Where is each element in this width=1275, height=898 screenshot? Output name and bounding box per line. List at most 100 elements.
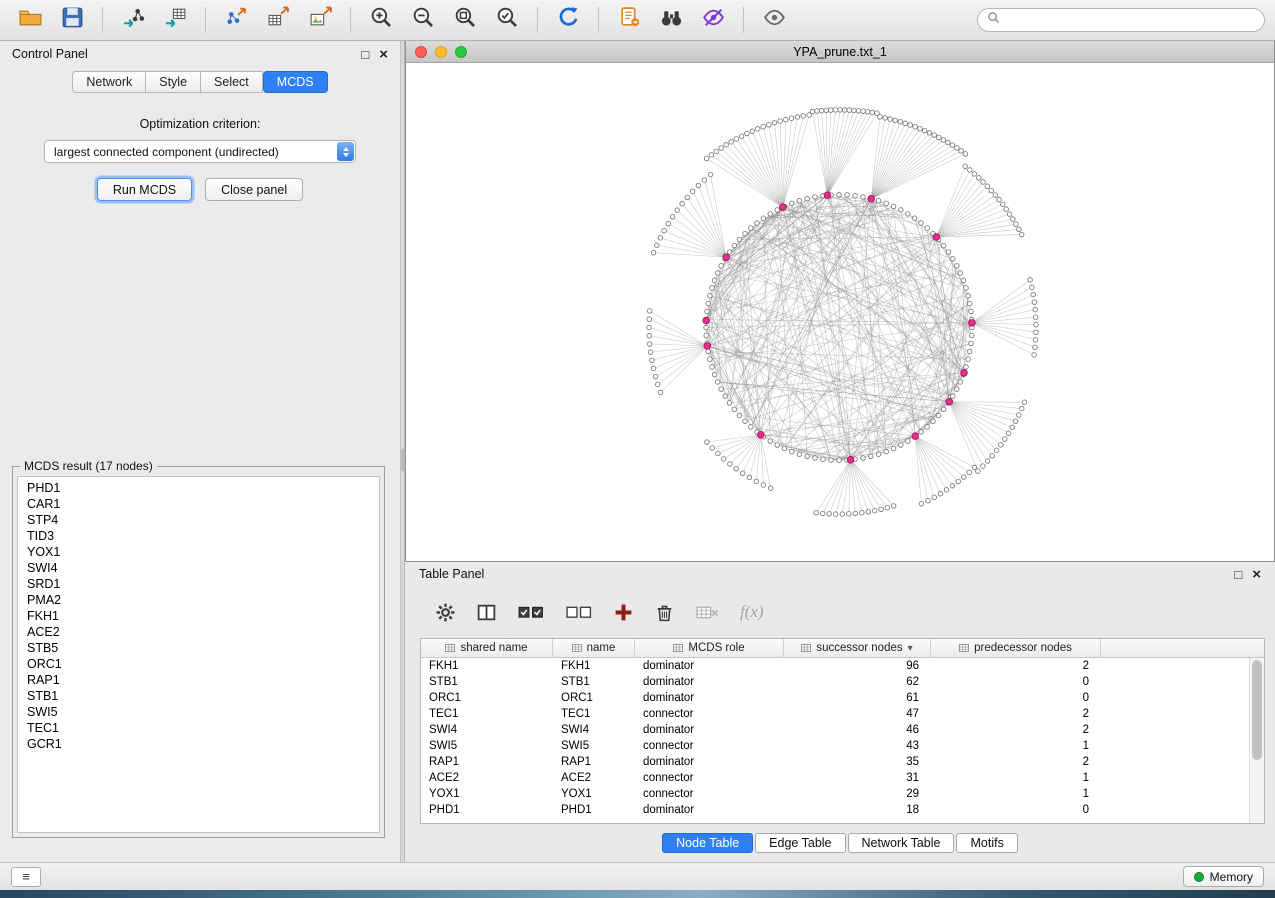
function-builder-button[interactable]: f(x)	[740, 602, 764, 622]
table-panel-header: Table Panel □ ×	[405, 562, 1275, 586]
cell-predecessors: 0	[931, 690, 1101, 706]
close-panel-icon[interactable]: ×	[1252, 568, 1261, 581]
table-row[interactable]: SWI5SWI5connector431	[421, 738, 1249, 754]
mcds-result-item[interactable]: TEC1	[18, 720, 379, 736]
column-header-MCDS-role[interactable]: MCDS role	[635, 639, 784, 657]
clone-network-button[interactable]	[609, 4, 649, 36]
table-row[interactable]: FKH1FKH1dominator962	[421, 658, 1249, 674]
delete-columns-button[interactable]	[654, 602, 675, 623]
mcds-result-item[interactable]: STP4	[18, 512, 379, 528]
minimize-window-icon[interactable]	[435, 46, 447, 58]
hide-selected-button[interactable]	[693, 4, 733, 36]
deselect-all-button[interactable]	[565, 602, 593, 623]
column-header-name[interactable]: name	[553, 639, 635, 657]
mcds-result-item[interactable]: PMA2	[18, 592, 379, 608]
toolbar-separator	[102, 7, 103, 33]
table-scrollbar[interactable]	[1249, 658, 1264, 823]
open-session-button[interactable]	[10, 4, 50, 36]
tab-edge-table[interactable]: Edge Table	[755, 833, 845, 853]
zoom-fit-button[interactable]	[445, 4, 485, 36]
mcds-result-item[interactable]: SRD1	[18, 576, 379, 592]
tab-network[interactable]: Network	[72, 71, 146, 93]
zoom-in-button[interactable]	[361, 4, 401, 36]
tab-motifs[interactable]: Motifs	[956, 833, 1017, 853]
cell-predecessors: 2	[931, 706, 1101, 722]
panel-splitter[interactable]	[400, 41, 405, 862]
delete-table-button[interactable]	[695, 602, 720, 623]
show-all-button[interactable]	[754, 4, 794, 36]
cell-role: connector	[635, 786, 784, 802]
tab-network-table[interactable]: Network Table	[848, 833, 955, 853]
cell-predecessors: 1	[931, 786, 1101, 802]
export-table-button[interactable]	[258, 4, 298, 36]
cell-shared: RAP1	[421, 754, 553, 770]
mcds-result-item[interactable]: SWI4	[18, 560, 379, 576]
export-image-button[interactable]	[300, 4, 340, 36]
toolbar-search[interactable]	[977, 8, 1265, 32]
import-table-button[interactable]	[155, 4, 195, 36]
mcds-result-item[interactable]: STB5	[18, 640, 379, 656]
mcds-result-item[interactable]: PHD1	[18, 480, 379, 496]
table-row[interactable]: PHD1PHD1dominator180	[421, 802, 1249, 818]
table-row[interactable]: RAP1RAP1dominator352	[421, 754, 1249, 770]
memory-button[interactable]: Memory	[1183, 866, 1264, 887]
table-row[interactable]: ACE2ACE2connector311	[421, 770, 1249, 786]
cell-predecessors: 0	[931, 674, 1101, 690]
create-column-button[interactable]	[613, 602, 634, 623]
tab-node-table[interactable]: Node Table	[662, 833, 753, 853]
mcds-result-item[interactable]: GCR1	[18, 736, 379, 752]
float-panel-icon[interactable]: □	[1234, 568, 1242, 581]
mcds-result-item[interactable]: SWI5	[18, 704, 379, 720]
save-session-button[interactable]	[52, 4, 92, 36]
table-row[interactable]: SWI4SWI4dominator462	[421, 722, 1249, 738]
table-row[interactable]: STB1STB1dominator620	[421, 674, 1249, 690]
status-menu-button[interactable]: ≡	[11, 867, 41, 887]
cell-predecessors: 2	[931, 754, 1101, 770]
run-mcds-button[interactable]: Run MCDS	[97, 178, 192, 201]
mcds-result-item[interactable]: RAP1	[18, 672, 379, 688]
close-panel-icon[interactable]: ×	[379, 48, 388, 61]
table-row[interactable]: YOX1YOX1connector291	[421, 786, 1249, 802]
close-panel-button[interactable]: Close panel	[205, 178, 303, 201]
network-view[interactable]	[406, 63, 1274, 561]
mcds-result-list[interactable]: PHD1CAR1STP4TID3YOX1SWI4SRD1PMA2FKH1ACE2…	[17, 476, 380, 833]
criterion-dropdown[interactable]: largest connected component (undirected)	[44, 140, 356, 163]
column-header-filler	[1101, 639, 1264, 657]
tab-style[interactable]: Style	[146, 71, 201, 93]
mcds-result-item[interactable]: FKH1	[18, 608, 379, 624]
cell-name: ACE2	[553, 770, 635, 786]
mcds-result-item[interactable]: ACE2	[18, 624, 379, 640]
close-window-icon[interactable]	[415, 46, 427, 58]
import-network-button[interactable]	[113, 4, 153, 36]
zoom-selected-button[interactable]	[487, 4, 527, 36]
network-graph[interactable]	[406, 63, 1274, 561]
mcds-result-item[interactable]: STB1	[18, 688, 379, 704]
scrollbar-thumb[interactable]	[1252, 660, 1262, 760]
export-network-button[interactable]	[216, 4, 256, 36]
cell-name: FKH1	[553, 658, 635, 674]
toolbar-separator	[537, 7, 538, 33]
mcds-result-item[interactable]: TID3	[18, 528, 379, 544]
column-header-shared-name[interactable]: shared name	[421, 639, 553, 657]
maximize-window-icon[interactable]	[455, 46, 467, 58]
show-columns-button[interactable]	[476, 602, 497, 623]
column-header-successor-nodes[interactable]: successor nodes▾	[784, 639, 931, 657]
tab-mcds[interactable]: MCDS	[263, 71, 328, 93]
application-window: Control Panel □ × NetworkStyleSelectMCDS…	[0, 0, 1275, 898]
table-row[interactable]: ORC1ORC1dominator610	[421, 690, 1249, 706]
table-row[interactable]: TEC1TEC1connector472	[421, 706, 1249, 722]
float-panel-icon[interactable]: □	[361, 48, 369, 61]
select-all-button[interactable]	[517, 602, 545, 623]
zoom-out-button[interactable]	[403, 4, 443, 36]
mcds-result-item[interactable]: ORC1	[18, 656, 379, 672]
mcds-result-item[interactable]: YOX1	[18, 544, 379, 560]
refresh-network-button[interactable]	[548, 4, 588, 36]
column-header-predecessor-nodes[interactable]: predecessor nodes	[931, 639, 1101, 657]
table-mode-button[interactable]	[435, 602, 456, 623]
search-input[interactable]	[1006, 13, 1255, 27]
mcds-result-item[interactable]: CAR1	[18, 496, 379, 512]
find-button[interactable]	[651, 4, 691, 36]
splitter-handle[interactable]	[401, 449, 404, 471]
tab-select[interactable]: Select	[201, 71, 263, 93]
optimization-criterion-label: Optimization criterion:	[0, 117, 400, 131]
